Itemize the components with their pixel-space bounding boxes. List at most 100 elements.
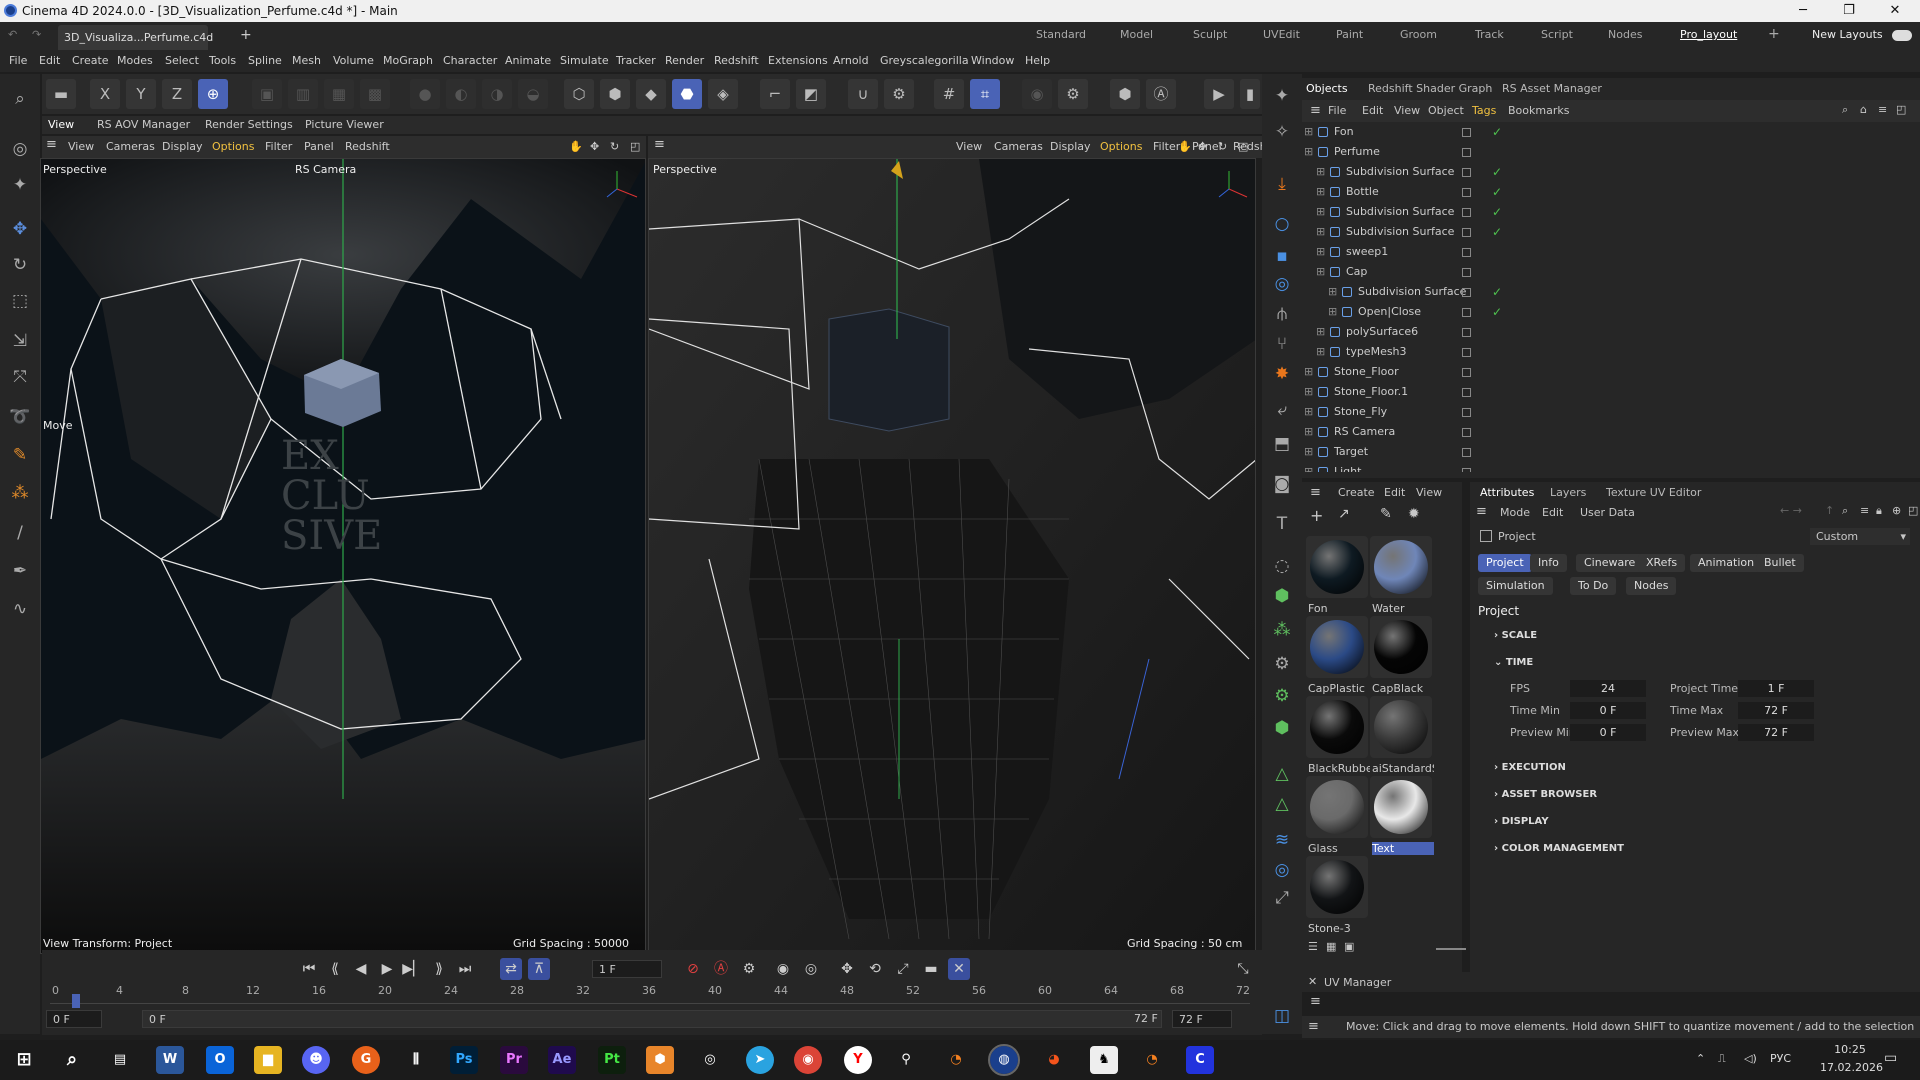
preview-start-field[interactable]: 0 F [46, 1010, 102, 1028]
object-row[interactable]: ⊞ RS Camera [1302, 422, 1902, 442]
section-time[interactable]: ⌄ TIME [1494, 657, 1533, 668]
filter-icon[interactable]: ≡ [1878, 103, 1887, 116]
large-view-icon[interactable]: ▣ [1344, 940, 1354, 953]
cinema4d-icon[interactable]: ◍ [988, 1044, 1020, 1076]
expand-toggle-icon[interactable]: ⊞ [1304, 142, 1313, 162]
menu-spline[interactable]: Spline [248, 54, 282, 67]
grid-snap-icon[interactable]: # [934, 79, 964, 109]
menu-window[interactable]: Window [971, 54, 1014, 67]
target-circle-icon[interactable]: ◎ [1267, 270, 1297, 298]
axis-z-button[interactable]: Z [162, 79, 192, 109]
object-row[interactable]: ⊞ Bottle ✓ [1302, 182, 1902, 202]
material-swatch[interactable]: BlackRubbe [1306, 696, 1370, 775]
key-scale-icon[interactable]: ✥ [836, 958, 858, 980]
layout-track[interactable]: Track [1475, 28, 1504, 41]
texture-mode-icon[interactable]: ◈ [708, 79, 738, 109]
section-display[interactable]: › DISPLAY [1494, 816, 1549, 827]
unity-icon[interactable]: ◎ [696, 1046, 724, 1074]
menu-mesh[interactable]: Mesh [292, 54, 321, 67]
play-icon[interactable]: ▶ [376, 958, 398, 980]
object-row[interactable]: ⊞ typeMesh3 [1302, 342, 1902, 362]
expand-toggle-icon[interactable]: ⊞ [1304, 362, 1313, 382]
maximize-viewport-icon[interactable]: ◰ [1238, 140, 1248, 153]
previous-frame-icon[interactable]: ◀ [350, 958, 372, 980]
previous-key-icon[interactable]: ⟪ [324, 958, 346, 980]
hamburger-icon[interactable]: ≡ [1310, 994, 1321, 1009]
render-picture-viewer-icon[interactable]: ▮ [1240, 79, 1260, 109]
home-icon[interactable]: ⌂ [1860, 103, 1867, 116]
paint-icon[interactable]: ✎ [5, 440, 35, 470]
right-viewport[interactable]: Perspective Grid Spacing : 50 cm [648, 158, 1256, 954]
target-icon[interactable]: ◉ [1022, 79, 1052, 109]
keyframe-settings-icon[interactable]: ⚙ [738, 958, 760, 980]
menu-arnold[interactable]: Arnold [833, 54, 869, 67]
menu-tracker[interactable]: Tracker [616, 54, 656, 67]
picker-icon[interactable]: ✎ [1380, 506, 1392, 522]
zoom-icon[interactable]: ✥ [590, 140, 599, 153]
vp-left-menu-cameras[interactable]: Cameras [106, 140, 155, 153]
menu-greyscalegorilla[interactable]: Greyscalegorilla [880, 54, 969, 67]
attr-group-bullet[interactable]: Bullet [1756, 554, 1804, 572]
menu-character[interactable]: Character [443, 54, 497, 67]
material-swatch[interactable]: Fon [1306, 536, 1368, 615]
menu-file[interactable]: File [9, 54, 27, 67]
attr-menu-user-data[interactable]: User Data [1580, 506, 1635, 519]
magnet-icon[interactable]: ∪ [848, 79, 878, 109]
orbit-icon[interactable]: ↻ [1218, 140, 1227, 153]
expand-toggle-icon[interactable]: ⊞ [1316, 342, 1325, 362]
rotate-tool-icon[interactable]: ↻ [5, 250, 35, 280]
edges-mode-icon[interactable]: ⬢ [600, 79, 630, 109]
enable-check-icon[interactable]: ✓ [1492, 282, 1502, 302]
viewport-camera-label[interactable]: RS Camera [295, 163, 356, 176]
lock-icon[interactable]: 🔒︎ [1876, 504, 1882, 518]
list-view-icon[interactable]: ☰ [1308, 940, 1318, 953]
enable-check-icon[interactable]: ✓ [1492, 202, 1502, 222]
attr-group-nodes[interactable]: Nodes [1626, 577, 1677, 595]
render-play-icon[interactable]: ▶ [1204, 79, 1234, 109]
key-interpolation-icon[interactable]: ✕ [948, 958, 970, 980]
tab-picture-viewer[interactable]: Picture Viewer [305, 118, 384, 131]
new-layouts-toggle[interactable] [1892, 30, 1912, 41]
render-view-icon[interactable]: ◐ [446, 79, 476, 109]
next-key-icon[interactable]: ⟫ [428, 958, 450, 980]
points-mode-icon[interactable]: ⬡ [564, 79, 594, 109]
visibility-toggle[interactable] [1462, 328, 1471, 337]
windows-start-icon[interactable]: ⊞ [10, 1046, 38, 1074]
maximize-viewport-icon[interactable]: ◰ [630, 140, 640, 153]
pan-icon[interactable]: ✋ [1178, 140, 1192, 153]
fracture-icon[interactable]: ⁂ [1267, 616, 1297, 644]
scale-icon[interactable]: ⤢ [1267, 884, 1297, 912]
tab-layers[interactable]: Layers [1550, 486, 1586, 499]
attr-menu-edit[interactable]: Edit [1542, 506, 1563, 519]
null-object-icon[interactable]: ✸ [1267, 360, 1297, 388]
enable-check-icon[interactable]: ✓ [1492, 302, 1502, 322]
time-max-field[interactable]: 72 F [1738, 702, 1814, 719]
material-swatch[interactable]: Glass [1306, 776, 1368, 855]
nav-up-icon[interactable]: ↑ [1825, 504, 1834, 517]
obj-menu-file[interactable]: File [1328, 104, 1346, 117]
locked-workplane-icon[interactable]: ◩ [796, 79, 826, 109]
vp-left-menu-filter[interactable]: Filter [265, 140, 292, 153]
timeline-expand-icon[interactable]: ⤡ [1232, 958, 1254, 980]
mograph-gear-icon[interactable]: ⚙ [1267, 682, 1297, 710]
field-icon[interactable]: ⬢ [1267, 714, 1297, 742]
loop-icon[interactable]: ⇄ [500, 958, 522, 980]
autokey-icon[interactable]: ▦ [324, 79, 354, 109]
visibility-toggle[interactable] [1462, 128, 1471, 137]
visibility-toggle[interactable] [1462, 428, 1471, 437]
language-indicator[interactable]: РУС [1770, 1052, 1791, 1065]
section-execution[interactable]: › EXECUTION [1494, 762, 1566, 773]
bend-icon[interactable]: ⤶ [1267, 396, 1297, 424]
expand-toggle-icon[interactable]: ⊞ [1304, 382, 1313, 402]
camera-icon[interactable]: ◙ [1267, 470, 1297, 498]
transform-tool-icon[interactable]: ⤧ [5, 362, 35, 392]
autokey-icon[interactable]: Ⓐ [710, 958, 732, 980]
maximize-button[interactable]: ❐ [1826, 0, 1872, 22]
object-row[interactable]: ⊞ Subdivision Surface ✓ [1302, 162, 1902, 182]
blender-icon-2[interactable]: ◔ [942, 1046, 970, 1074]
polygons-mode-icon[interactable]: ◆ [636, 79, 666, 109]
expand-toggle-icon[interactable]: ⊞ [1304, 442, 1313, 462]
section-scale[interactable]: › SCALE [1494, 630, 1537, 641]
effector-icon[interactable]: ⚙ [1267, 650, 1297, 678]
new-layouts-button[interactable]: New Layouts [1812, 28, 1883, 41]
